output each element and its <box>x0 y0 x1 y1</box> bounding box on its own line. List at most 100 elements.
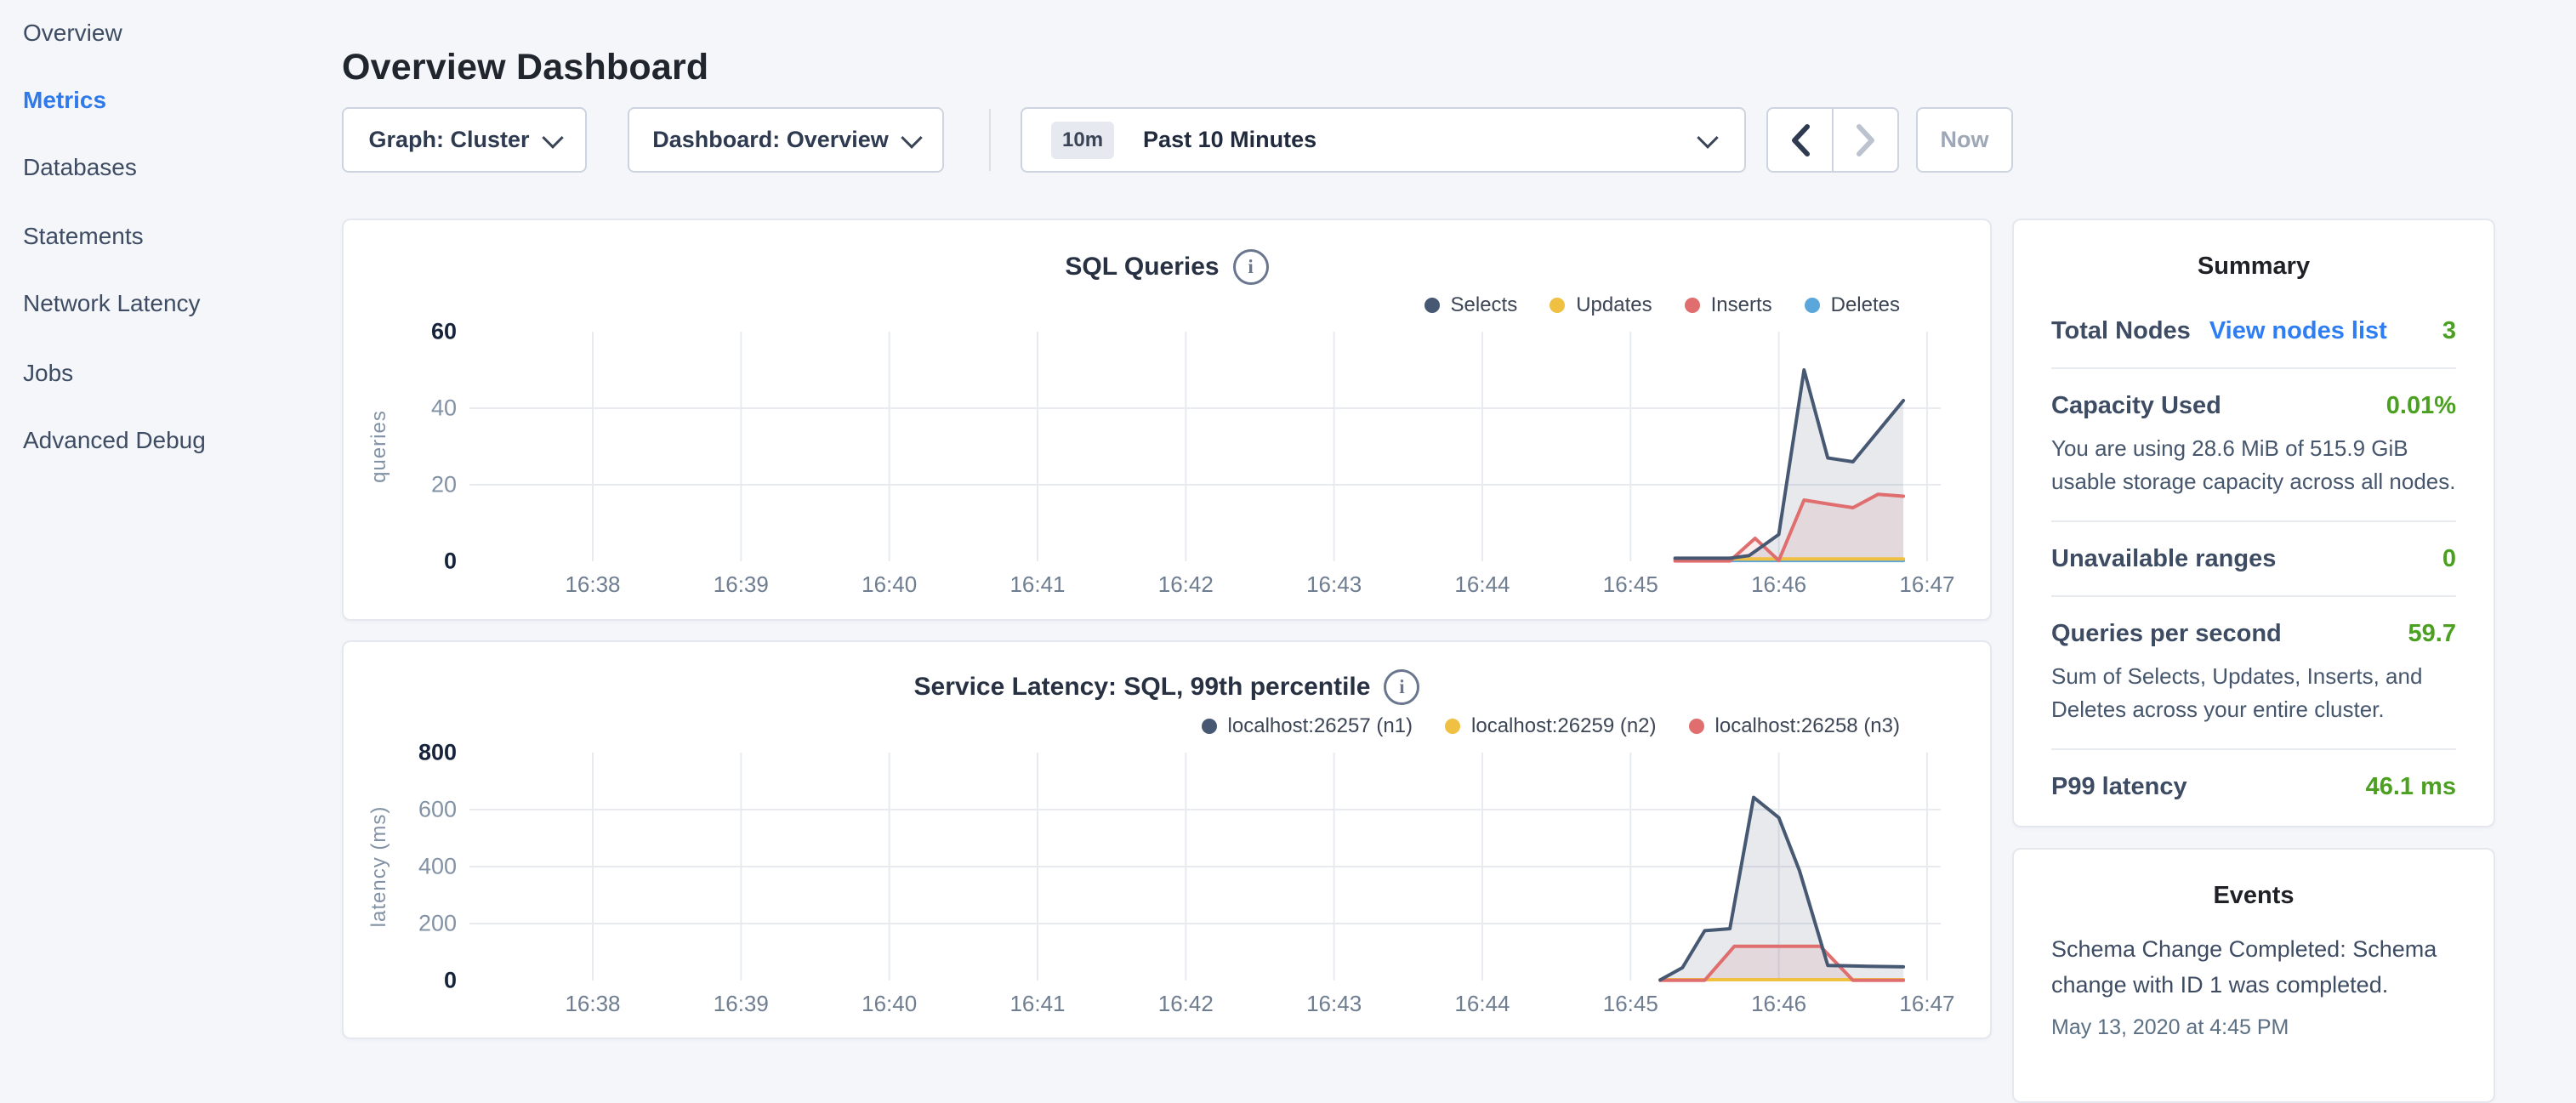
app-root: Overview Metrics Databases Statements Networ… <box>0 0 2576 1051</box>
legend-item[interactable]: localhost:26258 (n3) <box>1689 714 1900 738</box>
toolbar-divider <box>989 109 991 171</box>
legend-label: localhost:26257 (n1) <box>1228 714 1413 738</box>
x-tick-label: 16:42 <box>1126 991 1245 1017</box>
x-tick-label: 16:45 <box>1571 571 1690 598</box>
summary-row-value: 59.7 <box>2408 620 2456 648</box>
legend-item[interactable]: Updates <box>1550 293 1652 317</box>
x-tick-label: 16:40 <box>830 991 949 1017</box>
legend-label: localhost:26259 (n2) <box>1471 714 1656 738</box>
summary-title: Summary <box>2014 220 2494 281</box>
chart-card-service-latency: Service Latency: SQL, 99th percentile i lo… <box>342 640 1992 1039</box>
legend-item[interactable]: Selects <box>1424 293 1518 317</box>
x-tick-label: 16:43 <box>1275 571 1394 598</box>
summary-row-value: 3 <box>2442 317 2456 345</box>
legend-dot-icon <box>1805 298 1820 313</box>
dashboard-dropdown[interactable]: Dashboard: Overview <box>628 107 944 173</box>
sidebar-item-jobs[interactable]: Jobs <box>23 359 73 388</box>
legend-label: Inserts <box>1711 293 1772 317</box>
legend-dot-icon <box>1202 719 1217 734</box>
legend-dot-icon <box>1424 298 1440 313</box>
event-item: Schema Change Completed: Schema change w… <box>2051 932 2456 1040</box>
events-title: Events <box>2014 850 2494 910</box>
time-step-group <box>1766 107 1899 173</box>
x-tick-label: 16:40 <box>830 571 949 598</box>
legend-item[interactable]: Deletes <box>1805 293 1900 317</box>
x-tick-label: 16:38 <box>533 571 652 598</box>
y-tick-label: 800 <box>363 740 457 766</box>
summary-row-subtext: Sum of Selects, Updates, Inserts, and De… <box>2051 660 2456 726</box>
summary-card: Summary Total NodesView nodes list3Capac… <box>2012 219 2495 827</box>
now-button-label: Now <box>1941 127 1989 153</box>
summary-row-subtext: You are using 28.6 MiB of 515.9 GiB usab… <box>2051 432 2456 498</box>
y-tick-label: 60 <box>363 319 457 345</box>
sidebar-item-metrics[interactable]: Metrics <box>23 86 106 115</box>
y-tick-label: 0 <box>363 968 457 994</box>
now-button[interactable]: Now <box>1916 107 2013 173</box>
summary-row: Queries per second59.7 Sum of Selects, Up… <box>2051 595 2456 748</box>
summary-row-label: Unavailable ranges <box>2051 545 2276 573</box>
legend-dot-icon <box>1689 719 1704 734</box>
legend-label: localhost:26258 (n3) <box>1715 714 1900 738</box>
chevron-down-icon <box>542 127 563 148</box>
legend-dot-icon <box>1685 298 1700 313</box>
summary-row-line: P99 latency46.1 ms <box>2051 773 2456 801</box>
x-tick-label: 16:46 <box>1720 571 1839 598</box>
summary-row-value: 0.01% <box>2386 392 2456 420</box>
chart-title-row: Service Latency: SQL, 99th percentile i <box>344 669 1990 705</box>
legend-dot-icon <box>1550 298 1565 313</box>
summary-row-value: 46.1 ms <box>2366 773 2456 801</box>
time-window-dropdown[interactable]: 10m Past 10 Minutes <box>1021 107 1746 173</box>
sidebar-item-network-latency[interactable]: Network Latency <box>23 289 201 318</box>
summary-row-line: Total NodesView nodes list3 <box>2051 317 2456 345</box>
graph-dropdown[interactable]: Graph: Cluster <box>342 107 587 173</box>
legend-label: Deletes <box>1831 293 1900 317</box>
x-tick-label: 16:41 <box>978 571 1097 598</box>
chart-legend: localhost:26257 (n1) localhost:26259 (n2)… <box>1202 714 1900 738</box>
view-nodes-list-link[interactable]: View nodes list <box>2209 317 2387 345</box>
summary-row: Unavailable ranges 0 <box>2051 520 2456 595</box>
legend-item[interactable]: localhost:26259 (n2) <box>1445 714 1656 738</box>
legend-label: Updates <box>1576 293 1652 317</box>
y-tick-label: 0 <box>363 549 457 575</box>
chevron-down-icon <box>1697 127 1718 148</box>
time-window-label: Past 10 Minutes <box>1143 127 1316 153</box>
summary-row-line: Queries per second59.7 <box>2051 620 2456 648</box>
legend-item[interactable]: localhost:26257 (n1) <box>1202 714 1413 738</box>
dashboard-dropdown-label: Dashboard: Overview <box>652 127 889 153</box>
chart-title: Service Latency: SQL, 99th percentile <box>914 673 1371 702</box>
summary-row-line: Unavailable ranges 0 <box>2051 545 2456 573</box>
chart-legend: Selects Updates Inserts Deletes <box>1424 293 1901 317</box>
summary-rows: Total NodesView nodes list3Capacity Used… <box>2014 281 2494 823</box>
y-axis-title: queries <box>367 410 391 483</box>
sidebar-item-advanced-debug[interactable]: Advanced Debug <box>23 426 206 455</box>
x-tick-label: 16:45 <box>1571 991 1690 1017</box>
events-list: Schema Change Completed: Schema change w… <box>2014 910 2494 1040</box>
sidebar-item-databases[interactable]: Databases <box>23 153 137 182</box>
x-tick-label: 16:42 <box>1126 571 1245 598</box>
page-title: Overview Dashboard <box>342 47 708 88</box>
sidebar-item-statements[interactable]: Statements <box>23 222 144 251</box>
x-tick-label: 16:39 <box>681 571 800 598</box>
prev-time-button[interactable] <box>1768 109 1834 171</box>
x-tick-label: 16:43 <box>1275 991 1394 1017</box>
summary-row: P99 latency46.1 ms <box>2051 748 2456 823</box>
event-text: Schema Change Completed: Schema change w… <box>2051 932 2456 1004</box>
info-icon[interactable]: i <box>1384 669 1419 705</box>
x-tick-label: 16:44 <box>1423 571 1542 598</box>
summary-row: Capacity Used0.01% You are using 28.6 MiB… <box>2051 367 2456 520</box>
summary-row: Total NodesView nodes list3 <box>2051 294 2456 367</box>
chart-plot[interactable] <box>469 332 1941 561</box>
x-tick-label: 16:38 <box>533 991 652 1017</box>
legend-label: Selects <box>1451 293 1518 317</box>
next-time-button[interactable] <box>1834 109 1897 171</box>
event-timestamp: May 13, 2020 at 4:45 PM <box>2051 1015 2456 1040</box>
info-icon[interactable]: i <box>1233 249 1269 285</box>
summary-row-value: 0 <box>2442 545 2456 573</box>
sidebar-item-overview[interactable]: Overview <box>23 19 122 48</box>
legend-dot-icon <box>1445 719 1460 734</box>
legend-item[interactable]: Inserts <box>1685 293 1772 317</box>
chart-plot[interactable] <box>469 753 1941 981</box>
chart-title-row: SQL Queriesi <box>344 249 1990 285</box>
summary-row-line: Capacity Used0.01% <box>2051 392 2456 420</box>
x-tick-label: 16:46 <box>1720 991 1839 1017</box>
